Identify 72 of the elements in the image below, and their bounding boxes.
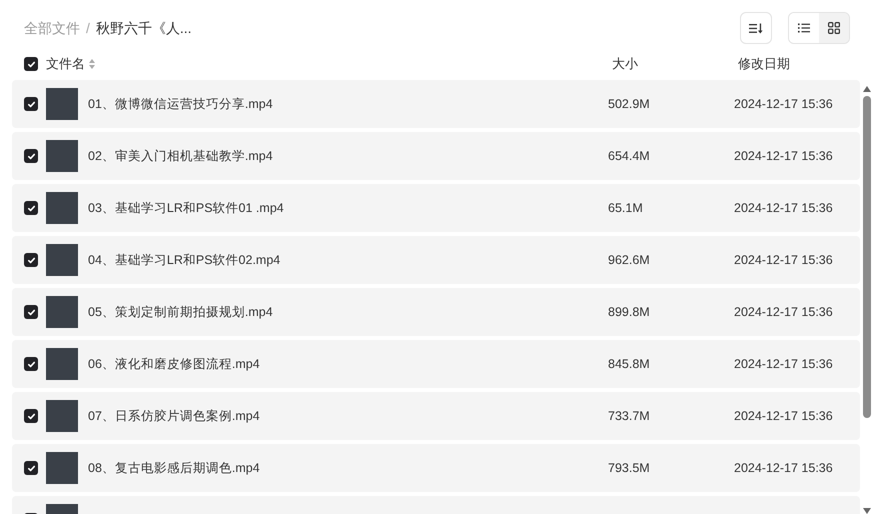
file-row[interactable]: 04、基础学习LR和PS软件02.mp4 962.6M 2024-12-17 15:36	[12, 236, 860, 284]
checkbox[interactable]	[24, 461, 38, 475]
file-row[interactable]: 01、微博微信运营技巧分享.mp4 502.9M 2024-12-17 15:36	[12, 80, 860, 128]
checkmark-icon	[26, 464, 36, 472]
breadcrumb-separator: /	[86, 18, 90, 38]
file-name: 01、微博微信运营技巧分享.mp4	[88, 96, 274, 113]
checkmark-icon	[26, 256, 36, 264]
grid-icon	[828, 22, 840, 34]
checkmark-icon	[26, 308, 36, 316]
file-size: 502.9M	[608, 96, 651, 113]
file-size: 65.1M	[608, 200, 644, 217]
scroll-down-icon	[863, 508, 871, 514]
modified-date: 2024-12-17 15:36	[734, 252, 833, 269]
checkmark-icon	[26, 412, 36, 420]
checkmark-icon	[26, 60, 36, 68]
checkmark-icon	[26, 100, 36, 108]
modified-date: 2024-12-17 15:36	[734, 96, 833, 113]
list-icon	[798, 23, 810, 33]
checkbox[interactable]	[24, 149, 38, 163]
file-name: 07、日系仿胶片调色案例.mp4	[88, 408, 261, 425]
checkmark-icon	[26, 204, 36, 212]
checkbox[interactable]	[24, 97, 38, 111]
modified-date: 2024-12-17 15:36	[734, 200, 833, 217]
file-size: 654.4M	[608, 148, 651, 165]
checkbox[interactable]	[24, 357, 38, 371]
file-row[interactable]: 03、基础学习LR和PS软件01 .mp4 65.1M 2024-12-17 15:36	[12, 184, 860, 232]
file-row[interactable]: 06、液化和磨皮修图流程.mp4 845.8M 2024-12-17 15:36	[12, 340, 860, 388]
checkbox[interactable]	[24, 409, 38, 423]
checkbox[interactable]	[24, 253, 38, 267]
file-name: 08、复古电影感后期调色.mp4	[88, 460, 261, 477]
sort-arrows-icon	[89, 59, 95, 69]
file-row[interactable]: 02、审美入门相机基础教学.mp4 654.4M 2024-12-17 15:36	[12, 132, 860, 180]
column-header: 文件名	[46, 55, 85, 74]
file-name: 04、基础学习LR和PS软件02.mp4	[88, 252, 282, 269]
file-size: 793.5M	[608, 460, 651, 477]
file-size: 899.8M	[608, 304, 651, 321]
column-header: 大小	[612, 55, 639, 74]
video-thumbnail	[46, 348, 78, 380]
video-thumbnail	[46, 140, 78, 172]
video-thumbnail	[46, 244, 78, 276]
checkbox[interactable]	[24, 305, 38, 319]
checkbox[interactable]	[24, 201, 38, 215]
checkbox[interactable]	[24, 57, 38, 71]
file-name: 02、审美入门相机基础教学.mp4	[88, 148, 274, 165]
sort-icon	[749, 22, 763, 34]
modified-date: 2024-12-17 15:36	[734, 408, 833, 425]
scrollbar-thumb[interactable]	[863, 96, 871, 418]
file-row[interactable]: 07、日系仿胶片调色案例.mp4 733.7M 2024-12-17 15:36	[12, 392, 860, 440]
file-size: 733.7M	[608, 408, 651, 425]
video-thumbnail	[46, 192, 78, 224]
column-header: 修改日期	[738, 55, 790, 74]
modified-date: 2024-12-17 15:36	[734, 356, 833, 373]
file-size: 962.6M	[608, 252, 651, 269]
file-row[interactable]: 05、策划定制前期拍摄规划.mp4 899.8M 2024-12-17 15:36	[12, 288, 860, 336]
view-option-button[interactable]	[819, 13, 849, 43]
file-row[interactable]: 08、复古电影感后期调色.mp4 793.5M 2024-12-17 15:36	[12, 444, 860, 492]
video-thumbnail	[46, 296, 78, 328]
modified-date: 2024-12-17 15:36	[734, 304, 833, 321]
breadcrumb-link[interactable]: 秋野六千《人...	[96, 18, 192, 38]
checkmark-icon	[26, 152, 36, 160]
checkmark-icon	[26, 360, 36, 368]
video-thumbnail	[46, 400, 78, 432]
file-name: 06、液化和磨皮修图流程.mp4	[88, 356, 261, 373]
file-name: 05、策划定制前期拍摄规划.mp4	[88, 304, 274, 321]
video-thumbnail	[46, 452, 78, 484]
sort-button[interactable]	[740, 12, 772, 44]
file-size: 845.8M	[608, 356, 651, 373]
video-thumbnail	[46, 88, 78, 120]
scroll-up-icon	[863, 86, 871, 92]
file-name: 03、基础学习LR和PS软件01 .mp4	[88, 200, 285, 217]
modified-date: 2024-12-17 15:36	[734, 460, 833, 477]
modified-date: 2024-12-17 15:36	[734, 148, 833, 165]
